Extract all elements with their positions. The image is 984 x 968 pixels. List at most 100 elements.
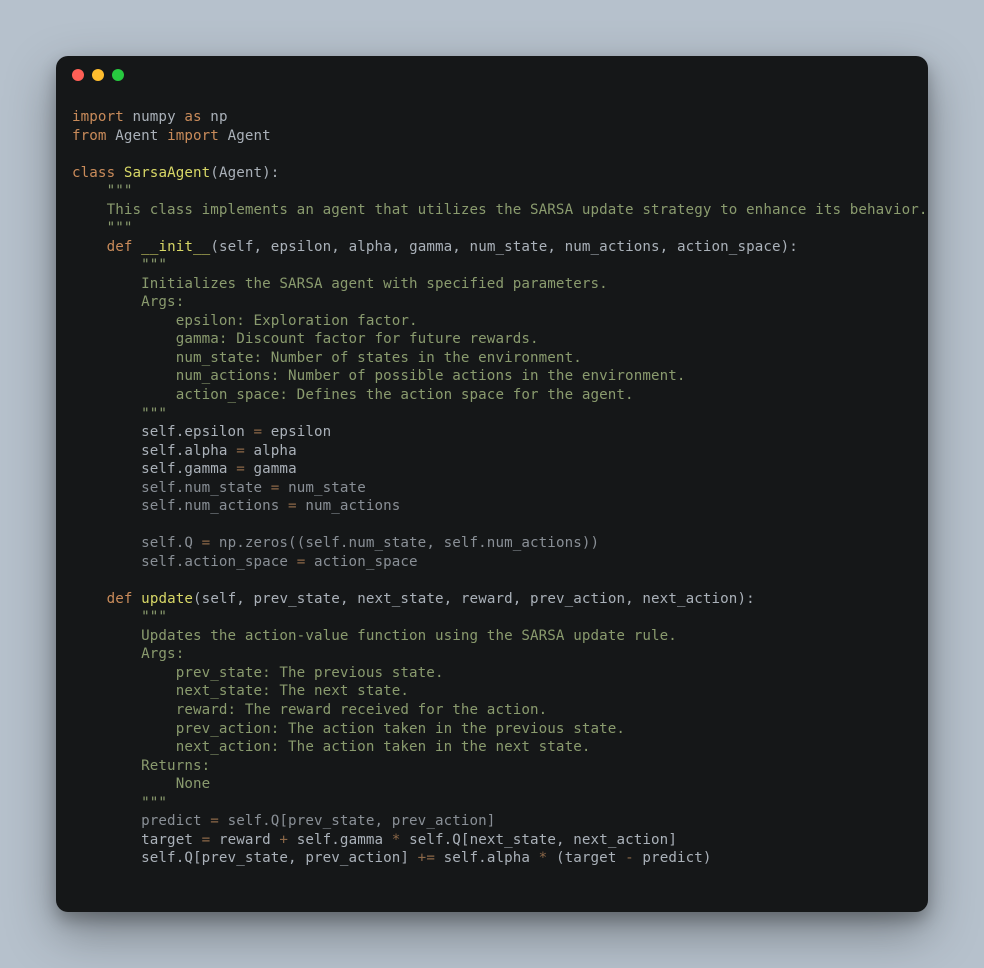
code-token: from: [72, 128, 107, 144]
code-token: reward: The reward received for the acti…: [72, 702, 547, 718]
code-line: """: [72, 608, 912, 627]
code-token: __init__: [141, 239, 210, 255]
code-token: """: [107, 183, 133, 199]
code-line: action_space: Defines the action space f…: [72, 386, 912, 405]
maximize-icon[interactable]: [112, 69, 124, 81]
code-token: None: [72, 776, 210, 792]
code-token: =: [210, 813, 219, 829]
code-token: self.alpha: [435, 850, 539, 866]
code-line: """: [72, 794, 912, 813]
code-token: [72, 183, 107, 199]
code-token: Returns:: [72, 758, 210, 774]
code-line: self.epsilon = epsilon: [72, 423, 912, 442]
code-line: epsilon: Exploration factor.: [72, 312, 912, 331]
code-token: self.Q: [72, 535, 202, 551]
code-line: self.num_actions = num_actions: [72, 497, 912, 516]
code-token: (target: [547, 850, 625, 866]
code-token: class: [72, 165, 115, 181]
code-token: next_action: The action taken in the nex…: [72, 739, 591, 755]
code-token: numpy: [124, 109, 185, 125]
code-token: [133, 239, 142, 255]
code-line: def __init__(self, epsilon, alpha, gamma…: [72, 238, 912, 257]
code-token: =: [288, 498, 297, 514]
code-line: [72, 145, 912, 164]
code-line: Initializes the SARSA agent with specifi…: [72, 275, 912, 294]
code-token: [72, 609, 141, 625]
code-line: predict = self.Q[prev_state, prev_action…: [72, 812, 912, 831]
code-token: def: [107, 591, 133, 607]
code-line: next_action: The action taken in the nex…: [72, 738, 912, 757]
code-token: [133, 591, 142, 607]
code-line: prev_action: The action taken in the pre…: [72, 720, 912, 739]
code-line: Args:: [72, 293, 912, 312]
code-token: prev_action: The action taken in the pre…: [72, 721, 625, 737]
code-token: (Agent):: [210, 165, 279, 181]
code-token: import: [72, 109, 124, 125]
code-line: self.action_space = action_space: [72, 553, 912, 572]
code-line: num_state: Number of states in the envir…: [72, 349, 912, 368]
code-token: self.action_space: [72, 554, 297, 570]
code-line: Returns:: [72, 757, 912, 776]
code-token: self.gamma: [72, 461, 236, 477]
code-token: Initializes the SARSA agent with specifi…: [72, 276, 608, 292]
code-token: [72, 257, 141, 273]
code-token: next_state: The next state.: [72, 683, 409, 699]
code-token: def: [107, 239, 133, 255]
code-token: predict: [72, 813, 210, 829]
code-token: """: [72, 220, 133, 236]
minimize-icon[interactable]: [92, 69, 104, 81]
code-token: """: [72, 795, 167, 811]
code-token: epsilon: Exploration factor.: [72, 313, 418, 329]
code-line: """: [72, 182, 912, 201]
code-line: Args:: [72, 645, 912, 664]
code-token: +: [279, 832, 288, 848]
code-token: as: [184, 109, 201, 125]
code-line: target = reward + self.gamma * self.Q[ne…: [72, 831, 912, 850]
code-line: self.alpha = alpha: [72, 442, 912, 461]
code-line: num_actions: Number of possible actions …: [72, 367, 912, 386]
code-line: [72, 516, 912, 535]
code-token: """: [72, 406, 167, 422]
code-token: Updates the action-value function using …: [72, 628, 677, 644]
code-token: self.num_state: [72, 480, 271, 496]
code-token: [72, 591, 107, 607]
code-line: """: [72, 405, 912, 424]
code-line: None: [72, 775, 912, 794]
code-token: self.Q[next_state, next_action]: [400, 832, 677, 848]
code-token: [72, 239, 107, 255]
code-token: np: [202, 109, 228, 125]
code-token: (self, epsilon, alpha, gamma, num_state,…: [210, 239, 798, 255]
code-token: """: [141, 609, 167, 625]
code-token: num_actions: [297, 498, 401, 514]
code-line: import numpy as np: [72, 108, 912, 127]
code-line: self.gamma = gamma: [72, 460, 912, 479]
code-token: reward: [210, 832, 279, 848]
code-line: self.Q[prev_state, prev_action] += self.…: [72, 849, 912, 868]
code-editor[interactable]: import numpy as npfrom Agent import Agen…: [56, 94, 928, 888]
code-window: import numpy as npfrom Agent import Agen…: [56, 56, 928, 912]
code-token: prev_state: The previous state.: [72, 665, 444, 681]
code-line: self.num_state = num_state: [72, 479, 912, 498]
code-token: gamma: [245, 461, 297, 477]
close-icon[interactable]: [72, 69, 84, 81]
code-line: class SarsaAgent(Agent):: [72, 164, 912, 183]
code-token: self.num_actions: [72, 498, 288, 514]
code-token: =: [236, 461, 245, 477]
code-token: Args:: [72, 646, 184, 662]
code-token: num_actions: Number of possible actions …: [72, 368, 686, 384]
code-token: =: [202, 832, 211, 848]
code-token: self.alpha: [72, 443, 236, 459]
code-token: predict): [634, 850, 712, 866]
code-token: SarsaAgent: [124, 165, 210, 181]
code-line: """: [72, 256, 912, 275]
code-token: Args:: [72, 294, 184, 310]
code-token: epsilon: [262, 424, 331, 440]
code-token: self.Q[prev_state, prev_action]: [219, 813, 496, 829]
code-token: import: [167, 128, 219, 144]
code-line: This class implements an agent that util…: [72, 201, 912, 220]
code-line: """: [72, 219, 912, 238]
code-token: self.epsilon: [72, 424, 253, 440]
code-token: target: [72, 832, 202, 848]
code-token: This class implements an agent that util…: [72, 202, 928, 218]
code-token: [115, 165, 124, 181]
